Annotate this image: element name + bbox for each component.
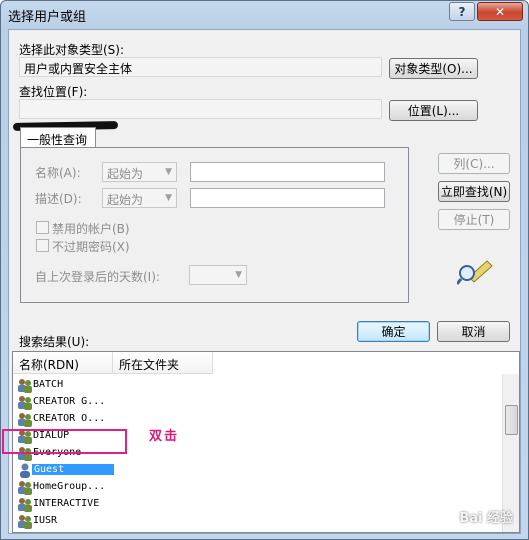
list-item[interactable]: CREATOR G... xyxy=(13,394,213,411)
name-label: 名称(A): xyxy=(35,166,81,180)
days-since-logon-label: 自上次登录后的天数(I): xyxy=(35,270,160,284)
window-title: 选择用户或组 xyxy=(8,10,87,25)
help-icon: ? xyxy=(458,4,466,19)
group-icon xyxy=(18,498,32,512)
list-item-name: IUSR xyxy=(33,515,58,526)
disabled-accounts-checkbox[interactable] xyxy=(36,221,49,234)
list-item[interactable]: IUSR xyxy=(13,513,213,530)
help-button[interactable]: ? xyxy=(449,2,475,21)
search-icon xyxy=(457,260,493,285)
chevron-down-icon: ▼ xyxy=(235,270,242,280)
description-input[interactable] xyxy=(190,188,385,208)
list-item-name: Guest xyxy=(32,464,114,475)
column-header-name[interactable]: 名称(RDN) xyxy=(13,352,113,374)
query-panel: 名称(A): 起始为 ▼ 描述(D): 起始为 ▼ 禁用的帐户(B) 不过期密码… xyxy=(20,147,409,303)
group-icon xyxy=(18,396,32,410)
location-field xyxy=(19,99,382,119)
list-item-name: BATCH xyxy=(33,379,64,390)
object-type-label: 选择此对象类型(S): xyxy=(19,43,125,57)
find-now-button[interactable]: 立即查找(N) xyxy=(438,181,510,202)
scrollbar-thumb[interactable] xyxy=(505,405,518,435)
group-icon xyxy=(18,515,32,529)
location-label: 查找位置(F): xyxy=(19,85,88,99)
column-header-folder[interactable]: 所在文件夹 xyxy=(113,352,213,374)
search-results-label: 搜索结果(U): xyxy=(19,335,90,349)
stop-button[interactable]: 停止(T) xyxy=(438,209,510,230)
name-mode-select[interactable]: 起始为 ▼ xyxy=(102,162,177,182)
list-item-name: HomeGroup... xyxy=(33,481,106,492)
object-type-field: 用户或内置安全主体 xyxy=(19,57,382,77)
non-expiring-label: 不过期密码(X) xyxy=(52,240,130,254)
group-icon xyxy=(18,379,32,393)
list-item-name: INTERACTIVE xyxy=(33,498,100,509)
group-icon xyxy=(18,413,32,427)
close-button[interactable]: ✕ xyxy=(477,2,523,21)
title-bar[interactable]: 选择用户或组 ? ✕ xyxy=(1,1,528,29)
name-mode-value: 起始为 xyxy=(107,167,144,181)
tab-common-queries[interactable]: 一般性查询 xyxy=(20,127,96,148)
list-item[interactable]: INTERACTIVE xyxy=(13,496,213,513)
user-icon xyxy=(20,463,30,478)
ok-button[interactable]: 确定 xyxy=(357,321,430,342)
group-icon xyxy=(18,481,32,495)
locations-button[interactable]: 位置(L)... xyxy=(389,100,478,121)
list-item[interactable]: HomeGroup... xyxy=(13,479,213,496)
chevron-down-icon: ▼ xyxy=(165,167,172,177)
list-item[interactable]: CREATOR O... xyxy=(13,411,213,428)
close-icon: ✕ xyxy=(494,4,506,19)
columns-button[interactable]: 列(C)... xyxy=(438,153,510,174)
list-item-selected[interactable]: Guest xyxy=(13,462,213,479)
cancel-button[interactable]: 取消 xyxy=(437,321,510,342)
description-mode-select[interactable]: 起始为 ▼ xyxy=(102,188,177,208)
days-since-logon-select[interactable]: ▼ xyxy=(189,265,247,285)
name-input[interactable] xyxy=(190,162,385,182)
chevron-down-icon: ▼ xyxy=(165,193,172,203)
description-label: 描述(D): xyxy=(35,192,82,206)
disabled-accounts-label: 禁用的帐户(B) xyxy=(52,222,130,236)
list-item-name: CREATOR G... xyxy=(33,396,106,407)
list-item-name: CREATOR O... xyxy=(33,413,106,424)
description-mode-value: 起始为 xyxy=(107,193,144,207)
object-types-button[interactable]: 对象类型(O)... xyxy=(389,58,478,79)
dialog-window: 选择用户或组 ? ✕ 选择此对象类型(S): 用户或内置安全主体 对象类型(O)… xyxy=(0,0,529,540)
watermark: Bai 经验 xyxy=(459,511,513,526)
non-expiring-checkbox[interactable] xyxy=(36,239,49,252)
annotation-text: 双击 xyxy=(149,429,180,444)
annotation-highlight-box xyxy=(2,429,127,454)
dialog-client: 选择此对象类型(S): 用户或内置安全主体 对象类型(O)... 查找位置(F)… xyxy=(8,29,521,534)
list-item[interactable]: BATCH xyxy=(13,377,213,394)
